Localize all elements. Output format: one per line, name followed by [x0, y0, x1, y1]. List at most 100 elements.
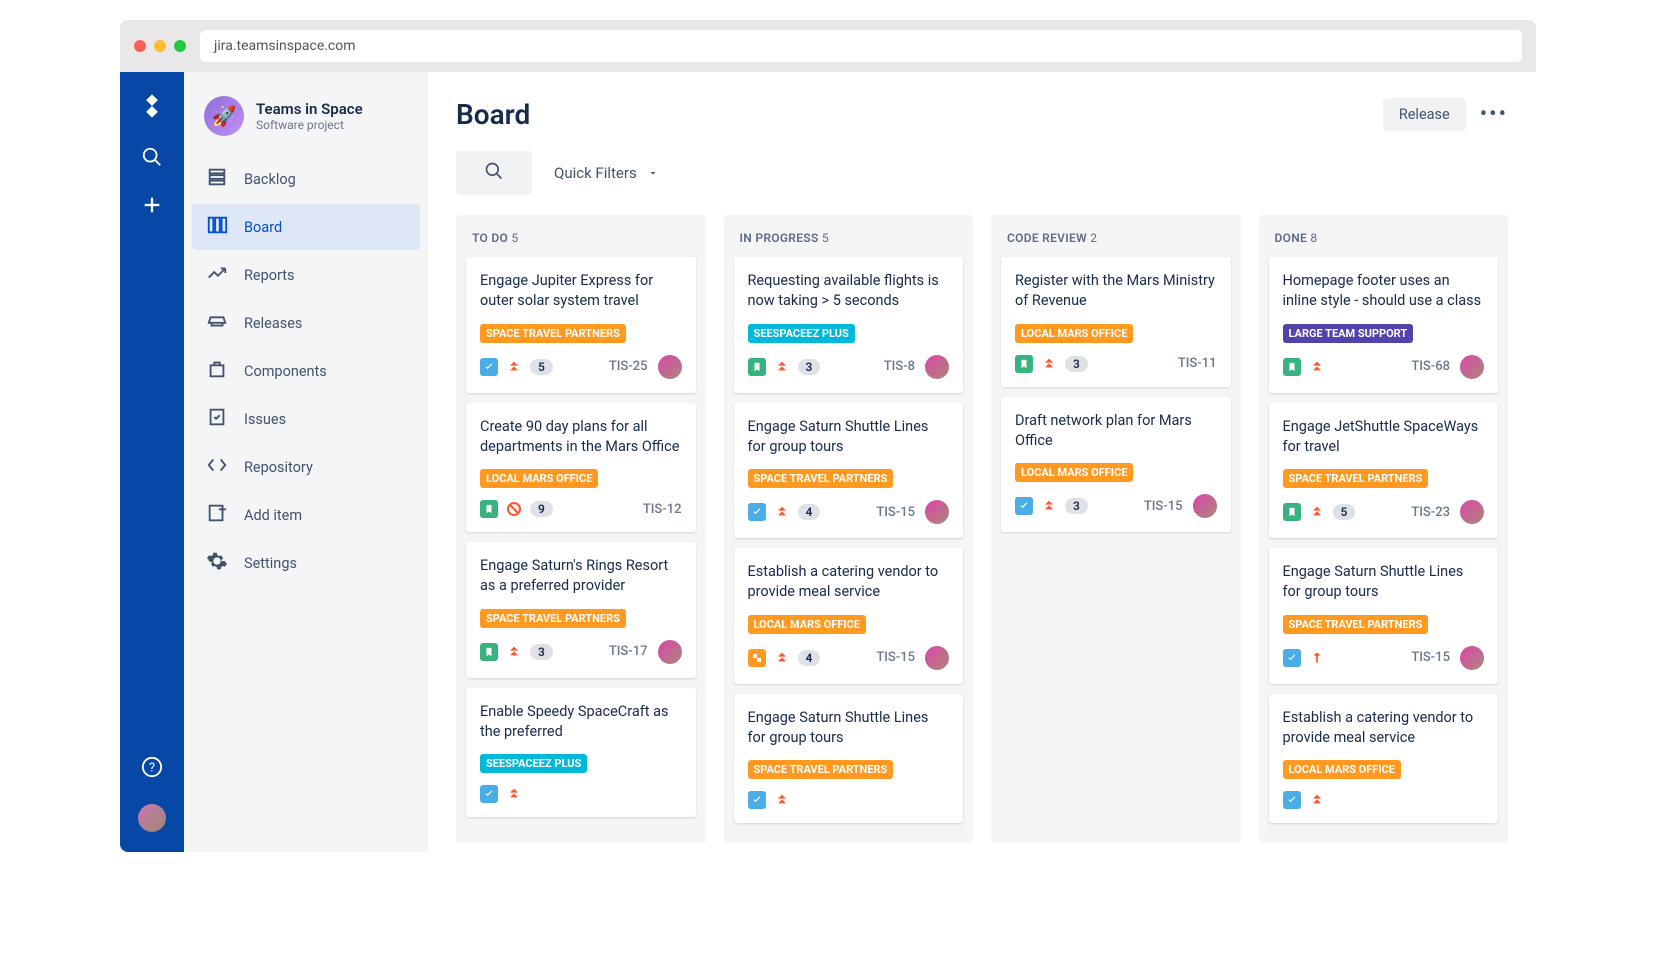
- priority-highest-icon: [506, 786, 522, 802]
- releases-icon: [206, 310, 228, 336]
- issue-card[interactable]: Draft network plan for Mars Office LOCAL…: [1001, 397, 1231, 533]
- assignee-avatar[interactable]: [925, 500, 949, 524]
- issue-key: TIS-15: [876, 505, 915, 520]
- issue-card[interactable]: Register with the Mars Ministry of Reven…: [1001, 257, 1231, 387]
- svg-text:?: ?: [149, 761, 155, 776]
- card-epic-label: SPACE TRAVEL PARTNERS: [480, 324, 626, 343]
- release-button[interactable]: Release: [1383, 98, 1466, 131]
- card-epic-label: LOCAL MARS OFFICE: [1283, 760, 1401, 779]
- sidebar-item-issues[interactable]: Issues: [192, 396, 420, 442]
- sidebar-item-label: Reports: [244, 267, 295, 284]
- sidebar-item-settings[interactable]: Settings: [192, 540, 420, 586]
- profile-avatar[interactable]: [138, 804, 166, 832]
- sidebar-item-label: Backlog: [244, 171, 296, 188]
- card-epic-label: SPACE TRAVEL PARTNERS: [480, 609, 626, 628]
- issue-card[interactable]: Create 90 day plans for all departments …: [466, 403, 696, 533]
- issue-card[interactable]: Engage Jupiter Express for outer solar s…: [466, 257, 696, 393]
- priority-highest-icon: [774, 792, 790, 808]
- create-icon[interactable]: [141, 194, 163, 216]
- issue-key: TIS-15: [1411, 650, 1450, 665]
- card-epic-label: SPACE TRAVEL PARTNERS: [1283, 615, 1429, 634]
- issue-key: TIS-15: [876, 650, 915, 665]
- window-minimize-button[interactable]: [154, 40, 166, 52]
- issue-card[interactable]: Establish a catering vendor to provide m…: [1269, 694, 1499, 824]
- search-icon[interactable]: [141, 146, 163, 168]
- priority-highest-icon: [774, 359, 790, 375]
- sidebar-item-label: Components: [244, 363, 327, 380]
- board-column-code-review: CODE REVIEW 2 Register with the Mars Min…: [991, 215, 1241, 843]
- sidebar-item-backlog[interactable]: Backlog: [192, 156, 420, 202]
- card-title: Establish a catering vendor to provide m…: [748, 562, 950, 603]
- priority-highest-icon: [1309, 359, 1325, 375]
- card-epic-label: SEESPACEEZ PLUS: [748, 324, 855, 343]
- assignee-avatar[interactable]: [925, 355, 949, 379]
- jira-logo-icon[interactable]: [138, 92, 166, 120]
- board-search-button[interactable]: [456, 151, 532, 195]
- board-column-in-progress: IN PROGRESS 5 Requesting available fligh…: [724, 215, 974, 843]
- issue-card[interactable]: Homepage footer uses an inline style - s…: [1269, 257, 1499, 393]
- story-points-badge: 9: [530, 501, 553, 517]
- quick-filters-dropdown[interactable]: Quick Filters: [554, 164, 659, 182]
- issue-key: TIS-68: [1411, 359, 1450, 374]
- story-type-icon: [1015, 355, 1033, 373]
- more-actions-button[interactable]: •••: [1480, 102, 1508, 127]
- card-epic-label: LOCAL MARS OFFICE: [748, 615, 866, 634]
- assignee-avatar[interactable]: [658, 640, 682, 664]
- board-column-done: DONE 8 Homepage footer uses an inline st…: [1259, 215, 1509, 843]
- issue-key: TIS-11: [1178, 356, 1217, 371]
- priority-high-icon: [1309, 650, 1325, 666]
- assignee-avatar[interactable]: [1460, 500, 1484, 524]
- priority-highest-icon: [1041, 356, 1057, 372]
- issue-card[interactable]: Establish a catering vendor to provide m…: [734, 548, 964, 684]
- window-maximize-button[interactable]: [174, 40, 186, 52]
- issue-card[interactable]: Engage Saturn Shuttle Lines for group to…: [734, 694, 964, 824]
- issue-card[interactable]: Enable Speedy SpaceCraft as the preferre…: [466, 688, 696, 818]
- priority-highest-icon: [1309, 504, 1325, 520]
- project-sidebar: 🚀 Teams in Space Software project Backlo…: [184, 72, 428, 852]
- sidebar-item-repository[interactable]: Repository: [192, 444, 420, 490]
- story-type-icon: [748, 358, 766, 376]
- sidebar-item-board[interactable]: Board: [192, 204, 420, 250]
- settings-icon: [206, 550, 228, 576]
- assignee-avatar[interactable]: [1460, 646, 1484, 670]
- sidebar-item-label: Repository: [244, 459, 313, 476]
- window-close-button[interactable]: [134, 40, 146, 52]
- browser-title-bar: jira.teamsinspace.com: [120, 20, 1536, 72]
- help-icon[interactable]: ?: [141, 756, 163, 778]
- card-title: Engage Saturn Shuttle Lines for group to…: [748, 417, 950, 458]
- priority-highest-icon: [1041, 498, 1057, 514]
- project-header[interactable]: 🚀 Teams in Space Software project: [192, 96, 420, 156]
- issue-card[interactable]: Engage Saturn Shuttle Lines for group to…: [734, 403, 964, 539]
- task-type-icon: [748, 503, 766, 521]
- story-type-icon: [1283, 503, 1301, 521]
- url-bar[interactable]: jira.teamsinspace.com: [200, 30, 1522, 62]
- story-points-badge: 3: [1065, 356, 1088, 372]
- page-title: Board: [456, 98, 530, 131]
- card-title: Enable Speedy SpaceCraft as the preferre…: [480, 702, 682, 743]
- card-title: Engage Saturn Shuttle Lines for group to…: [748, 708, 950, 749]
- assignee-avatar[interactable]: [1193, 494, 1217, 518]
- issue-card[interactable]: Engage JetShuttle SpaceWays for travel S…: [1269, 403, 1499, 539]
- sidebar-item-components[interactable]: Components: [192, 348, 420, 394]
- column-header: TO DO 5: [466, 225, 696, 257]
- priority-highest-icon: [506, 644, 522, 660]
- assignee-avatar[interactable]: [925, 646, 949, 670]
- task-type-icon: [1283, 791, 1301, 809]
- assignee-avatar[interactable]: [658, 355, 682, 379]
- story-points-badge: 3: [1065, 498, 1088, 514]
- sidebar-item-reports[interactable]: Reports: [192, 252, 420, 298]
- issue-card[interactable]: Requesting available flights is now taki…: [734, 257, 964, 393]
- card-epic-label: SPACE TRAVEL PARTNERS: [748, 469, 894, 488]
- assignee-avatar[interactable]: [1460, 355, 1484, 379]
- main-content: Board Release ••• Quick Filters TO DO 5 …: [428, 72, 1536, 852]
- card-epic-label: LOCAL MARS OFFICE: [1015, 324, 1133, 343]
- issue-card[interactable]: Engage Saturn Shuttle Lines for group to…: [1269, 548, 1499, 684]
- issue-key: TIS-17: [609, 644, 648, 659]
- priority-highest-icon: [774, 504, 790, 520]
- global-nav-rail: ?: [120, 72, 184, 852]
- sidebar-item-releases[interactable]: Releases: [192, 300, 420, 346]
- sidebar-item-label: Add item: [244, 507, 302, 524]
- priority-highest-icon: [506, 359, 522, 375]
- issue-card[interactable]: Engage Saturn's Rings Resort as a prefer…: [466, 542, 696, 678]
- sidebar-item-add-item[interactable]: Add item: [192, 492, 420, 538]
